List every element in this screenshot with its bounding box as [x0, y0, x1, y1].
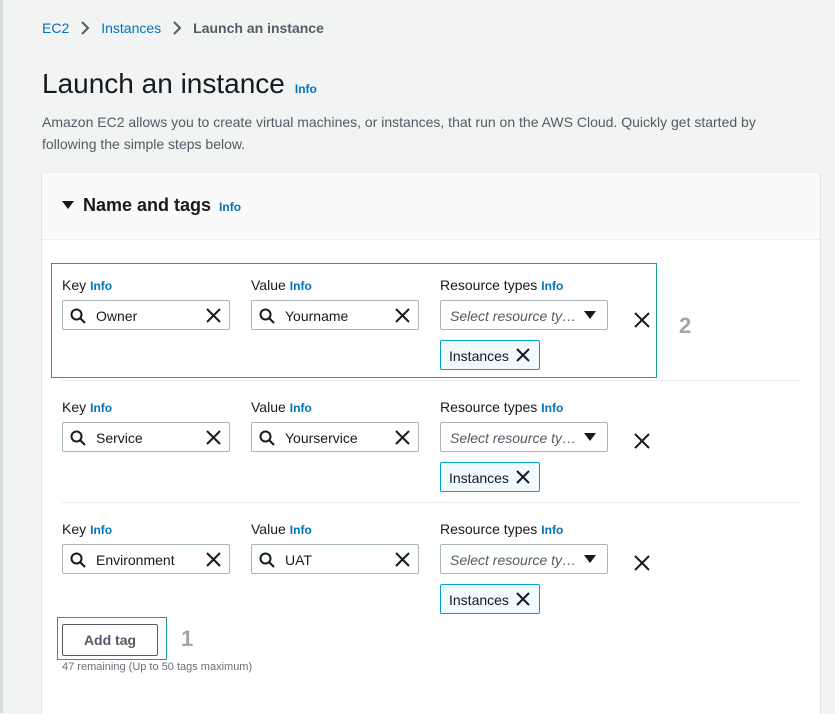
- clear-icon[interactable]: [395, 430, 410, 445]
- breadcrumb-ec2[interactable]: EC2: [42, 20, 69, 36]
- left-edge: [0, 0, 3, 713]
- value-value: Yourservice: [285, 430, 358, 446]
- remove-token-icon[interactable]: [516, 470, 530, 484]
- resource-token: Instances: [440, 462, 540, 492]
- search-icon: [70, 552, 86, 568]
- remove-tag-icon[interactable]: [634, 555, 650, 571]
- search-icon: [70, 430, 86, 446]
- row-divider: [62, 380, 800, 381]
- breadcrumb-instances[interactable]: Instances: [101, 20, 161, 36]
- step-1-number: 1: [181, 626, 194, 651]
- search-icon: [259, 430, 275, 446]
- value-input[interactable]: Yourservice: [251, 422, 419, 452]
- remove-tag-icon[interactable]: [634, 433, 650, 449]
- resource-types-label: Resource types Info: [440, 521, 564, 537]
- clear-icon[interactable]: [206, 552, 221, 567]
- page-info-link[interactable]: Info: [295, 82, 317, 96]
- resource-types-info-link[interactable]: Info: [541, 401, 563, 415]
- token-label: Instances: [449, 470, 509, 486]
- remove-token-icon[interactable]: [516, 592, 530, 606]
- clear-icon[interactable]: [395, 552, 410, 567]
- resource-types-select[interactable]: Select resource types: [440, 544, 608, 574]
- panel-title: Name and tags: [83, 195, 212, 215]
- panel-header[interactable]: Name and tags Info: [42, 173, 820, 240]
- value-value: UAT: [285, 552, 312, 568]
- token-label: Instances: [449, 592, 509, 608]
- value-input[interactable]: UAT: [251, 544, 419, 574]
- key-value: Environment: [96, 552, 175, 568]
- key-input[interactable]: Environment: [62, 544, 230, 574]
- value-label: Value Info: [251, 521, 312, 537]
- key-info-link[interactable]: Info: [90, 401, 112, 415]
- value-info-link[interactable]: Info: [290, 523, 312, 537]
- row-divider: [62, 502, 800, 503]
- caret-down-icon: [584, 555, 596, 563]
- resource-token: Instances: [440, 584, 540, 614]
- tags-remaining-text: 47 remaining (Up to 50 tags maximum): [62, 661, 253, 673]
- search-icon: [259, 552, 275, 568]
- highlight-box-step-2: [51, 263, 657, 378]
- page-title: Launch an instance: [42, 68, 285, 99]
- key-info-link[interactable]: Info: [90, 523, 112, 537]
- page-description: Amazon EC2 allows you to create virtual …: [42, 114, 756, 152]
- resource-types-info-link[interactable]: Info: [541, 523, 563, 537]
- step-2-number: 2: [679, 313, 692, 338]
- page-header: Launch an instance Info: [42, 68, 317, 100]
- key-label: Key Info: [62, 521, 113, 537]
- add-tag-button[interactable]: Add tag: [62, 624, 158, 656]
- chevron-right-icon: [171, 21, 183, 35]
- key-input[interactable]: Service: [62, 422, 230, 452]
- resource-types-select[interactable]: Select resource types: [440, 422, 608, 452]
- key-label: Key Info: [62, 399, 113, 415]
- breadcrumb: EC2 Instances Launch an instance: [42, 20, 324, 36]
- value-label: Value Info: [251, 399, 312, 415]
- resource-types-placeholder: Select resource types: [450, 552, 578, 568]
- resource-types-label: Resource types Info: [440, 399, 564, 415]
- key-value: Service: [96, 430, 143, 446]
- value-info-link[interactable]: Info: [290, 401, 312, 415]
- resource-types-placeholder: Select resource types: [450, 430, 578, 446]
- caret-down-icon: [584, 433, 596, 441]
- chevron-right-icon: [79, 21, 91, 35]
- breadcrumb-current: Launch an instance: [193, 20, 324, 36]
- clear-icon[interactable]: [206, 430, 221, 445]
- caret-down-icon[interactable]: [62, 201, 74, 209]
- panel-info-link[interactable]: Info: [219, 200, 241, 214]
